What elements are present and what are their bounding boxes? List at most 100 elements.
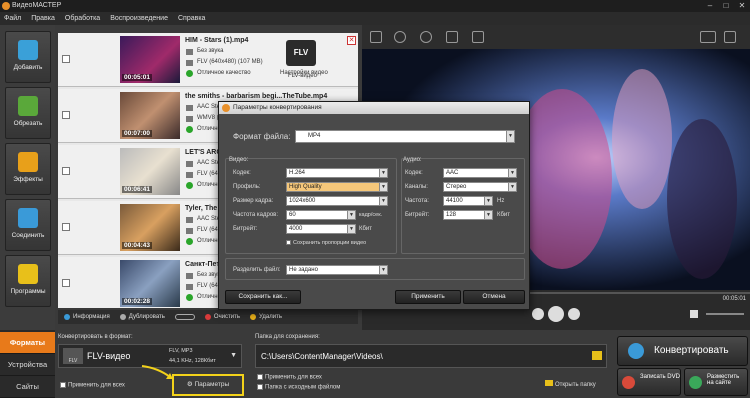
info-icon	[64, 314, 70, 320]
save-folder-panel: Папка для сохранения: C:\Users\ContentMa…	[255, 334, 610, 396]
menu-playback[interactable]: Воспроизведение	[110, 12, 168, 25]
crop-icon[interactable]	[370, 31, 382, 43]
convert-icon	[628, 343, 644, 359]
frame-size-select[interactable]: 1024x600 ▼	[286, 196, 388, 206]
join-button[interactable]: Соединить	[5, 199, 51, 251]
audio-codec-select[interactable]: AAC ▼	[443, 168, 517, 178]
add-icon	[18, 40, 38, 60]
item-checkbox[interactable]	[62, 279, 70, 287]
save-path-field[interactable]: C:\Users\ContentManager\Videos\	[255, 344, 607, 368]
fps-select[interactable]: 60 ▼	[286, 210, 356, 220]
next-button[interactable]	[568, 308, 580, 320]
delete-button[interactable]: Удалить	[250, 314, 282, 320]
quality-icon	[186, 70, 193, 77]
tab-sites[interactable]: Сайты	[0, 376, 55, 398]
item-checkbox[interactable]	[62, 223, 70, 231]
info-button[interactable]: Информация	[64, 314, 110, 320]
effects-icon	[18, 152, 38, 172]
tab-devices[interactable]: Устройства	[0, 354, 55, 376]
remove-item-icon[interactable]: ✕	[347, 36, 356, 45]
gif-icon[interactable]	[700, 31, 716, 43]
quality-icon	[186, 294, 193, 301]
video-thumbnail: 00:02:28	[120, 260, 180, 307]
close-button[interactable]: ✕	[734, 0, 750, 12]
burn-dvd-button[interactable]: Записать DVD	[617, 368, 681, 396]
speaker-icon	[186, 161, 193, 167]
folder-icon[interactable]	[592, 351, 602, 360]
menu-file[interactable]: Файл	[4, 12, 21, 25]
file-name: the smiths - barbarism begi...TheTube.mp…	[185, 93, 328, 100]
gear-icon: ⚙	[186, 381, 193, 388]
video-codec-select[interactable]: H.264 ▼	[286, 168, 388, 178]
list-item[interactable]: 00:05:01 HIM - Stars (1).mp4 Без звука F…	[58, 33, 358, 87]
source-folder-checkbox[interactable]: Папка с исходным файлом	[257, 384, 340, 391]
file-name: HIM - Stars (1).mp4	[185, 37, 249, 44]
speed-icon[interactable]	[446, 31, 458, 43]
left-sidebar: Добавить Обрезать Эффекты Соединить Прог…	[0, 25, 55, 330]
maximize-button[interactable]: □	[718, 0, 734, 12]
conversion-settings-dialog: Параметры конвертирования Формат файла: …	[218, 101, 530, 310]
prev-button[interactable]	[532, 308, 544, 320]
menu-processing[interactable]: Обработка	[65, 12, 100, 25]
minimize-button[interactable]: –	[702, 0, 718, 12]
video-profile-select[interactable]: High Quality ▼	[286, 182, 388, 192]
volume-slider[interactable]	[706, 313, 744, 315]
tab-formats[interactable]: Форматы	[0, 332, 55, 354]
brightness-icon[interactable]	[420, 31, 432, 43]
open-folder-button[interactable]: Открыть папку	[545, 380, 596, 388]
frequency-select[interactable]: 44100 ▼	[443, 196, 493, 206]
format-badge[interactable]: FLV	[286, 40, 316, 66]
app-logo-icon	[222, 104, 230, 112]
item-checkbox[interactable]	[62, 55, 70, 63]
chevron-down-icon: ▼	[506, 131, 514, 142]
video-thumbnail: 00:05:01	[120, 36, 180, 83]
quality-icon	[186, 238, 193, 245]
folder-icon	[545, 380, 553, 386]
item-checkbox[interactable]	[62, 167, 70, 175]
video-bitrate-select[interactable]: 4000 ▼	[286, 224, 356, 234]
title-bar: ВидеоМАСТЕР – □ ✕	[0, 0, 750, 12]
video-thumbnail: 00:06:41	[120, 148, 180, 195]
params-button[interactable]: ⚙ Параметры	[176, 378, 240, 392]
add-button[interactable]: Добавить	[5, 31, 51, 83]
apply-all-checkbox[interactable]: Применить для всех	[60, 382, 125, 389]
film-icon	[186, 116, 193, 122]
video-thumbnail: 00:04:43	[120, 204, 180, 251]
keep-ratio-checkbox[interactable]: Сохранить пропорции видео	[286, 240, 366, 246]
speaker-icon	[186, 49, 193, 55]
cut-button[interactable]: Обрезать	[5, 87, 51, 139]
save-as-button[interactable]: Сохранить как...	[225, 290, 301, 304]
speaker-icon	[186, 105, 193, 111]
channels-select[interactable]: Стерео ▼	[443, 182, 517, 192]
globe-icon	[689, 376, 702, 389]
duplicate-button[interactable]: Дублировать	[119, 314, 165, 320]
apply-button[interactable]: Применить	[395, 290, 461, 304]
speaker-icon	[186, 273, 193, 279]
clear-button[interactable]: Очистить	[204, 314, 240, 320]
effects-button[interactable]: Эффекты	[5, 143, 51, 195]
menu-help[interactable]: Справка	[178, 12, 205, 25]
volume-icon[interactable]	[690, 310, 698, 318]
item-checkbox[interactable]	[62, 111, 70, 119]
dialog-title-bar: Параметры конвертирования	[219, 102, 529, 114]
cancel-button[interactable]: Отмена	[463, 290, 525, 304]
publish-button[interactable]: Разместить на сайте	[684, 368, 748, 396]
preview-toolbar	[362, 25, 750, 49]
menu-edit[interactable]: Правка	[31, 12, 55, 25]
join-icon	[18, 208, 38, 228]
play-button[interactable]	[548, 306, 564, 322]
apply-all-save-checkbox[interactable]: Применить для всех	[257, 374, 322, 381]
toggle-icon[interactable]	[174, 314, 195, 320]
quality-icon	[186, 182, 193, 189]
audio-bitrate-select[interactable]: 128 ▼	[443, 210, 493, 220]
dvd-icon	[622, 376, 635, 389]
file-format-select[interactable]: MP4 ▼	[295, 130, 515, 143]
snapshot-icon[interactable]	[724, 31, 736, 43]
programs-button[interactable]: Программы	[5, 255, 51, 307]
film-icon	[186, 228, 193, 234]
convert-button[interactable]: Конвертировать	[617, 336, 748, 366]
rotate-icon[interactable]	[394, 31, 406, 43]
speaker-icon	[186, 217, 193, 223]
split-file-select[interactable]: Не задано ▼	[286, 265, 388, 275]
motion-icon[interactable]	[472, 31, 484, 43]
